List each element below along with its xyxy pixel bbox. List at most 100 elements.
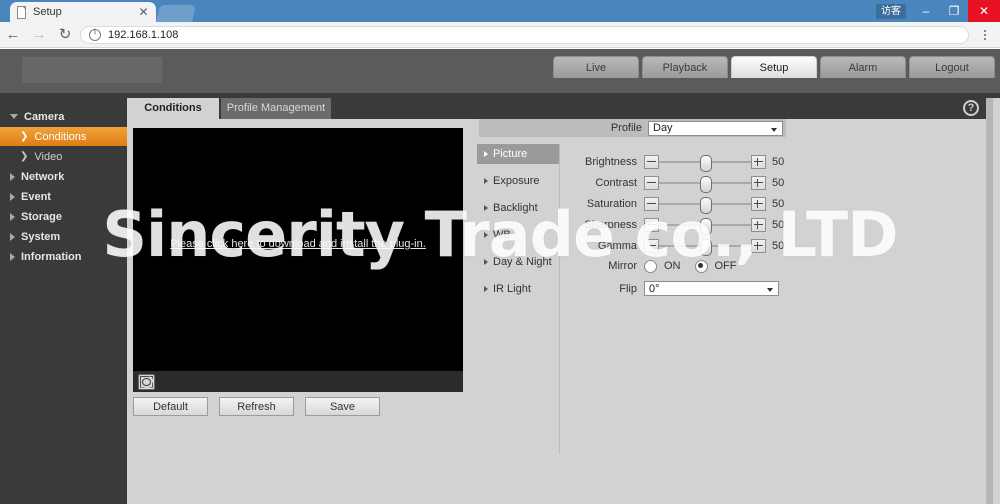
- device-page: Live Playback Setup Alarm Logout Camera …: [0, 49, 1000, 504]
- minus-icon[interactable]: [644, 197, 659, 211]
- action-buttons: Default Refresh Save: [133, 397, 380, 416]
- nav-tab-alarm[interactable]: Alarm: [820, 56, 906, 78]
- nav-tab-logout[interactable]: Logout: [909, 56, 995, 78]
- slider-thumb[interactable]: [700, 239, 712, 256]
- sidebar-item-label: System: [21, 230, 61, 243]
- device-logo: [22, 57, 222, 83]
- minus-icon[interactable]: [644, 218, 659, 232]
- profile-row: Profile Day: [479, 119, 786, 137]
- slider-track-saturation[interactable]: [659, 194, 751, 214]
- slider-track-contrast[interactable]: [659, 173, 751, 193]
- conditions-submenu: Picture Exposure Backlight WB Day & Nigh…: [477, 144, 560, 454]
- guest-profile-button[interactable]: 访客: [876, 3, 906, 19]
- submenu-item-ir-light[interactable]: IR Light: [477, 279, 559, 299]
- window-close-icon[interactable]: ✕: [968, 0, 1000, 22]
- browser-tab-setup[interactable]: Setup ✕: [10, 2, 156, 22]
- plus-icon[interactable]: [751, 239, 766, 253]
- submenu-item-exposure[interactable]: Exposure: [477, 171, 559, 191]
- sidebar-item-video[interactable]: ❯ Video: [0, 147, 127, 166]
- slider-row-sharpness: Sharpness 50: [567, 215, 897, 235]
- mirror-radio-off[interactable]: [694, 259, 708, 273]
- refresh-button[interactable]: Refresh: [219, 397, 294, 416]
- sidebar-item-label: Information: [21, 250, 82, 263]
- sidebar-item-label: Video: [34, 150, 63, 163]
- chrome-menu-icon[interactable]: [975, 29, 995, 40]
- plus-icon[interactable]: [751, 155, 766, 169]
- default-button[interactable]: Default: [133, 397, 208, 416]
- sidebar-item-camera[interactable]: Camera: [0, 107, 127, 126]
- address-bar[interactable]: 192.168.1.108: [80, 25, 969, 44]
- sidebar-item-system[interactable]: System: [0, 227, 127, 246]
- minus-icon[interactable]: [644, 239, 659, 253]
- fullscreen-icon[interactable]: [138, 373, 155, 390]
- slider-label: Contrast: [595, 177, 637, 189]
- profile-select[interactable]: Day: [648, 120, 783, 136]
- sidebar-item-event[interactable]: Event: [0, 187, 127, 206]
- mirror-off-label: OFF: [714, 260, 737, 272]
- nav-tab-live[interactable]: Live: [553, 56, 639, 78]
- slider-label: Sharpness: [584, 219, 637, 231]
- slider-thumb[interactable]: [700, 218, 712, 235]
- mirror-radio-on[interactable]: [644, 259, 657, 273]
- sidebar-item-conditions[interactable]: ❯ Conditions: [0, 127, 127, 146]
- help-icon[interactable]: ?: [963, 100, 979, 116]
- minus-icon[interactable]: [644, 155, 659, 169]
- flip-select[interactable]: 0°: [644, 281, 779, 296]
- submenu-item-backlight[interactable]: Backlight: [477, 198, 559, 218]
- reload-icon[interactable]: ↻: [52, 27, 78, 42]
- triangle-right-icon: [484, 205, 488, 211]
- plus-icon[interactable]: [751, 218, 766, 232]
- nav-tab-playback[interactable]: Playback: [642, 56, 728, 78]
- slider-track-gamma[interactable]: [659, 236, 751, 256]
- plus-icon[interactable]: [751, 176, 766, 190]
- tab-conditions[interactable]: Conditions: [127, 98, 219, 119]
- device-header: Live Playback Setup Alarm Logout: [0, 49, 1000, 93]
- plugin-download-link[interactable]: Please click here to download and instal…: [133, 238, 463, 250]
- vertical-scrollbar[interactable]: [986, 98, 993, 504]
- video-preview[interactable]: Please click here to download and instal…: [133, 128, 463, 371]
- conditions-panel: Please click here to download and instal…: [127, 119, 986, 504]
- mirror-label: Mirror: [608, 260, 637, 272]
- submenu-item-wb[interactable]: WB: [477, 225, 559, 245]
- slider-track-sharpness[interactable]: [659, 215, 751, 235]
- chevron-right-icon: [10, 212, 15, 221]
- submenu-item-day-night[interactable]: Day & Night: [477, 252, 559, 272]
- submenu-item-label: Exposure: [493, 175, 540, 187]
- forward-icon[interactable]: →: [26, 27, 52, 42]
- back-icon[interactable]: ←: [0, 27, 26, 42]
- chevron-right-icon: [10, 172, 15, 181]
- slider-label: Saturation: [586, 198, 637, 210]
- sidebar-item-storage[interactable]: Storage: [0, 207, 127, 226]
- plus-icon[interactable]: [751, 197, 766, 211]
- sidebar-item-label: Event: [21, 190, 51, 203]
- slider-track-brightness[interactable]: [659, 152, 751, 172]
- content-area: Conditions Profile Management ? Please c…: [127, 98, 993, 504]
- flip-selected-value: 0°: [649, 282, 660, 295]
- flip-row: Flip 0°: [567, 281, 779, 296]
- sidebar-item-label: Storage: [21, 210, 62, 223]
- minimize-icon[interactable]: –: [912, 0, 940, 22]
- slider-thumb[interactable]: [700, 197, 712, 214]
- submenu-item-label: Day & Night: [493, 256, 552, 268]
- save-button[interactable]: Save: [305, 397, 380, 416]
- browser-tab-title: Setup: [33, 6, 62, 18]
- sidebar-item-network[interactable]: Network: [0, 167, 127, 186]
- chevron-right-icon: [10, 192, 15, 201]
- sidebar: Camera ❯ Conditions ❯ Video Network Even…: [0, 98, 127, 504]
- browser-toolbar: ← → ↻ 192.168.1.108: [0, 22, 1000, 48]
- sidebar-item-information[interactable]: Information: [0, 247, 127, 266]
- slider-thumb[interactable]: [700, 155, 712, 172]
- maximize-icon[interactable]: ❐: [940, 0, 968, 22]
- close-icon[interactable]: ✕: [137, 6, 150, 18]
- slider-row-saturation: Saturation 50: [567, 194, 897, 214]
- slider-thumb[interactable]: [700, 176, 712, 193]
- minus-icon[interactable]: [644, 176, 659, 190]
- tab-profile-management[interactable]: Profile Management: [221, 98, 331, 119]
- profile-selected-value: Day: [653, 122, 673, 134]
- submenu-item-picture[interactable]: Picture: [477, 144, 559, 164]
- nav-tab-setup[interactable]: Setup: [731, 56, 817, 78]
- mirror-on-label: ON: [664, 260, 681, 272]
- new-tab-button[interactable]: [156, 5, 196, 22]
- site-info-icon[interactable]: [89, 27, 101, 41]
- slider-value: 50: [772, 156, 785, 168]
